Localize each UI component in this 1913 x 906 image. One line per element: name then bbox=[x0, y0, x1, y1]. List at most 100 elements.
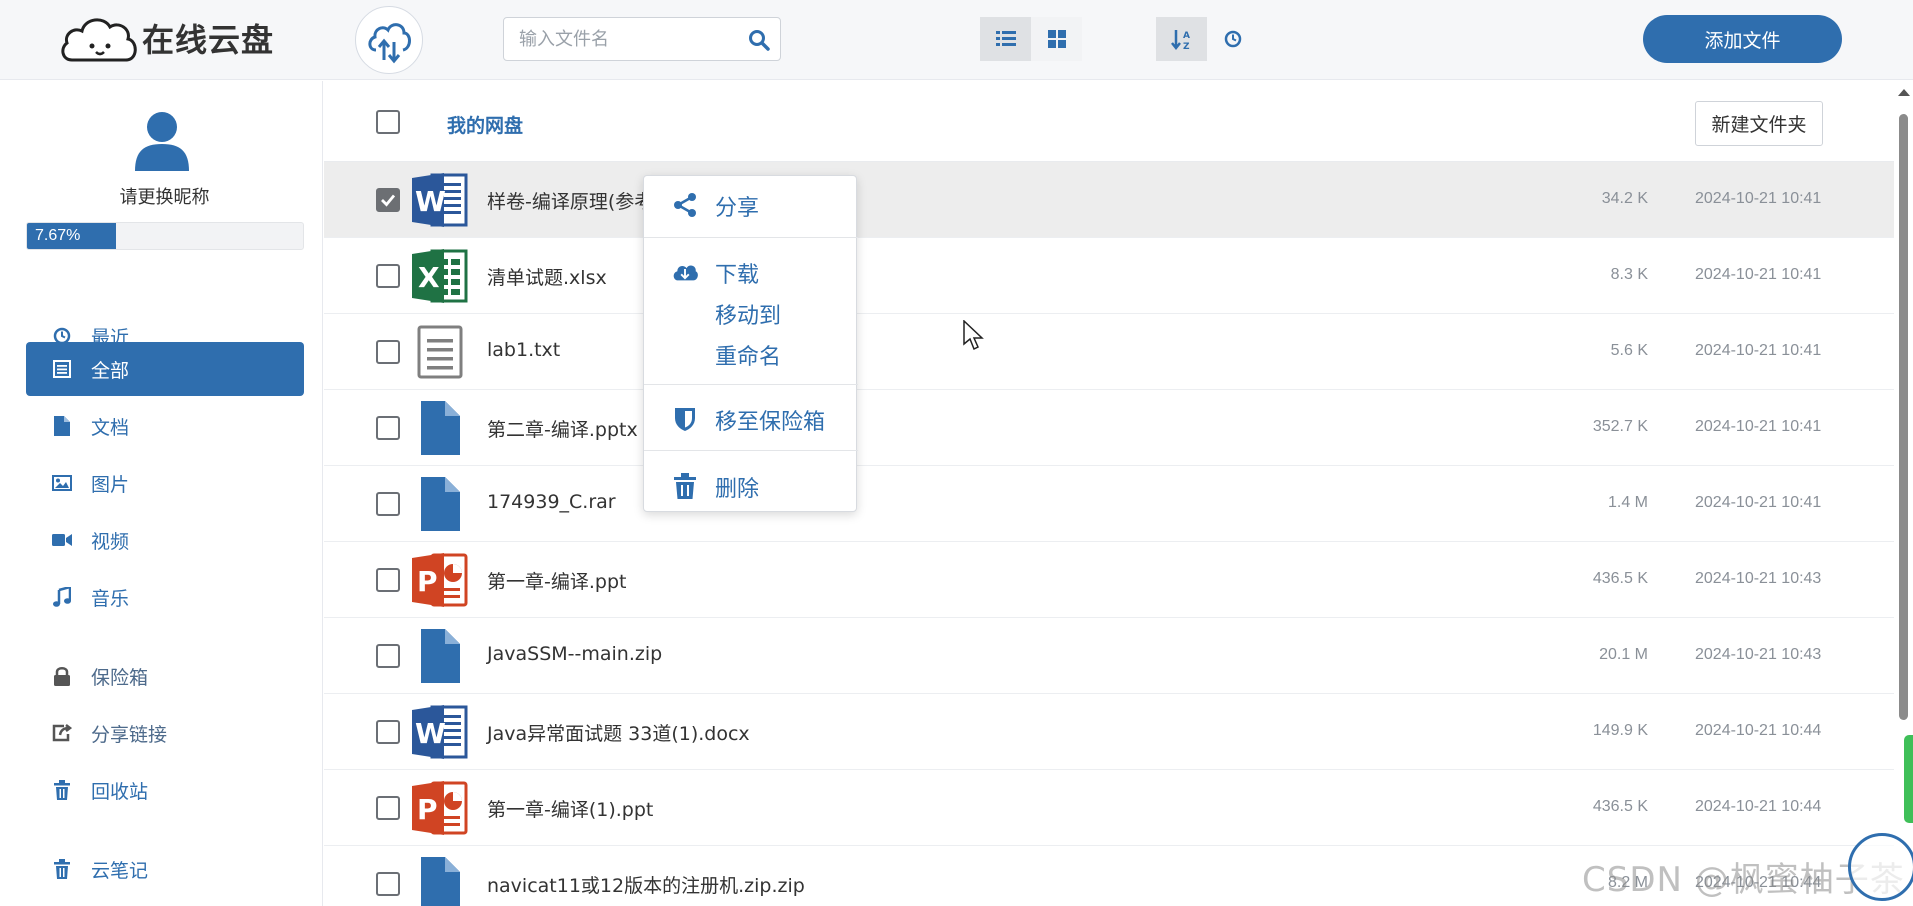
file-row[interactable]: 174939_C.rar 1.4 M 2024-10-21 10:41 bbox=[324, 466, 1894, 542]
file-checkbox[interactable] bbox=[376, 416, 400, 440]
file-row[interactable]: 第二章-编译.pptx 352.7 K 2024-10-21 10:41 bbox=[324, 390, 1894, 466]
file-list-panel: 我的网盘 新建文件夹 W 样卷-编译原理(参考 34.2 K 2024-10-21 1… bbox=[324, 81, 1894, 906]
file-name[interactable]: 174939_C.rar bbox=[487, 491, 616, 513]
list-icon bbox=[995, 31, 1016, 46]
file-row[interactable]: W 样卷-编译原理(参考 34.2 K 2024-10-21 10:41 bbox=[324, 162, 1894, 238]
sidebar-item-label: 保险箱 bbox=[91, 666, 149, 689]
svg-text:X: X bbox=[418, 261, 440, 294]
sort-alpha-icon: AZ bbox=[1170, 30, 1190, 50]
menu-item-download[interactable]: 下载 bbox=[644, 251, 858, 291]
file-name[interactable]: navicat11或12版本的注册机.zip.zip bbox=[487, 871, 805, 898]
file-checkbox[interactable] bbox=[376, 568, 400, 592]
sidebar-item-images[interactable]: 图片 bbox=[26, 456, 304, 510]
svg-text:P: P bbox=[417, 793, 438, 826]
user-icon bbox=[135, 112, 189, 171]
file-size: 436.5 K bbox=[1592, 570, 1648, 587]
scroll-thumb[interactable] bbox=[1899, 114, 1908, 720]
file-checkbox[interactable] bbox=[376, 796, 400, 820]
sidebar-item-music[interactable]: 音乐 bbox=[26, 570, 304, 624]
file-row[interactable]: P 第一章-编译(1).ppt 436.5 K 2024-10-21 10:44 bbox=[324, 770, 1894, 846]
menu-item-label: 移动到 bbox=[715, 304, 782, 329]
sidebar-item-all[interactable]: 全部 bbox=[26, 342, 304, 396]
trash-icon bbox=[672, 473, 698, 499]
sidebar-item-label: 分享链接 bbox=[91, 723, 168, 746]
logo[interactable]: 在线云盘 bbox=[58, 10, 274, 66]
floating-assistant-button[interactable] bbox=[1848, 833, 1913, 901]
music-icon bbox=[51, 586, 73, 608]
file-row[interactable]: X 清单试题.xlsx 8.3 K 2024-10-21 10:41 bbox=[324, 238, 1894, 314]
storage-quota-fill: 7.67% bbox=[27, 223, 116, 249]
list-view-button[interactable] bbox=[980, 17, 1031, 61]
file-name[interactable]: 第一章-编译(1).ppt bbox=[487, 795, 653, 822]
sidebar-item-share-links[interactable]: 分享链接 bbox=[26, 706, 304, 760]
file-name[interactable]: 第二章-编译.pptx bbox=[487, 415, 638, 442]
scroll-up-arrow-icon[interactable] bbox=[1898, 89, 1910, 96]
file-checkbox[interactable] bbox=[376, 340, 400, 364]
file-checkbox[interactable] bbox=[376, 644, 400, 668]
menu-item-move-to-vault[interactable]: 移至保险箱 bbox=[644, 398, 858, 438]
file-name[interactable]: 清单试题.xlsx bbox=[487, 263, 607, 290]
generic-file-icon bbox=[412, 401, 468, 455]
cloud-upload-icon bbox=[368, 23, 411, 64]
svg-text:Z: Z bbox=[1183, 42, 1190, 50]
mouse-cursor-icon bbox=[963, 320, 984, 351]
svg-text:W: W bbox=[415, 185, 446, 218]
nickname[interactable]: 请更换昵称 bbox=[6, 183, 323, 209]
grid-view-button[interactable] bbox=[1031, 17, 1082, 61]
file-size: 34.2 K bbox=[1601, 190, 1648, 207]
sidebar-item-vault[interactable]: 保险箱 bbox=[26, 649, 304, 703]
sidebar-item-label: 音乐 bbox=[91, 587, 130, 610]
menu-divider bbox=[644, 237, 858, 238]
top-header: 在线云盘 AZ 添加文件 bbox=[0, 0, 1913, 80]
file-name[interactable]: 样卷-编译原理(参考 bbox=[487, 187, 653, 214]
sidebar-item-cloud-notes[interactable]: 云笔记 bbox=[26, 842, 304, 896]
search-icon[interactable] bbox=[748, 29, 770, 56]
file-row[interactable]: lab1.txt 5.6 K 2024-10-21 10:41 bbox=[324, 314, 1894, 390]
menu-item-label: 移至保险箱 bbox=[715, 410, 826, 435]
menu-item-move-to[interactable]: 移动到 bbox=[644, 292, 858, 332]
file-size: 149.9 K bbox=[1592, 722, 1648, 739]
sidebar-item-recycle-bin[interactable]: 回收站 bbox=[26, 763, 304, 817]
generic-file-icon bbox=[412, 477, 468, 531]
sort-by-time-button[interactable] bbox=[1207, 17, 1258, 61]
powerpoint-file-icon: P bbox=[412, 553, 468, 607]
file-row[interactable]: W Java异常面试题 33道(1).docx 149.9 K 2024-10-21 … bbox=[324, 694, 1894, 770]
file-size: 20.1 M bbox=[1599, 646, 1648, 663]
sidebar-item-videos[interactable]: 视频 bbox=[26, 513, 304, 567]
sidebar-item-documents[interactable]: 文档 bbox=[26, 399, 304, 453]
lock-icon bbox=[51, 665, 73, 687]
file-list-header: 我的网盘 新建文件夹 bbox=[324, 81, 1894, 162]
file-name[interactable]: JavaSSM--main.zip bbox=[487, 643, 662, 665]
cloud-download-icon bbox=[672, 259, 698, 285]
file-checkbox[interactable] bbox=[376, 492, 400, 516]
breadcrumb[interactable]: 我的网盘 bbox=[447, 111, 523, 138]
select-all-checkbox[interactable] bbox=[376, 110, 400, 134]
menu-item-delete[interactable]: 删除 bbox=[644, 465, 858, 505]
file-checkbox[interactable] bbox=[376, 720, 400, 744]
file-size: 1.4 M bbox=[1607, 494, 1648, 511]
sidebar-item-label: 回收站 bbox=[91, 780, 149, 803]
file-row[interactable]: JavaSSM--main.zip 20.1 M 2024-10-21 10:43 bbox=[324, 618, 1894, 694]
file-checkbox[interactable] bbox=[376, 264, 400, 288]
file-name[interactable]: 第一章-编译.ppt bbox=[487, 567, 626, 594]
file-date: 2024-10-21 10:41 bbox=[1695, 342, 1822, 359]
file-size: 5.6 K bbox=[1610, 342, 1648, 359]
upload-button[interactable] bbox=[355, 6, 423, 74]
file-name[interactable]: lab1.txt bbox=[487, 339, 560, 361]
add-file-button[interactable]: 添加文件 bbox=[1643, 15, 1842, 63]
file-checkbox[interactable] bbox=[376, 188, 400, 212]
avatar[interactable] bbox=[134, 111, 190, 176]
file-size: 8.3 K bbox=[1610, 266, 1648, 283]
file-row[interactable]: P 第一章-编译.ppt 436.5 K 2024-10-21 10:43 bbox=[324, 542, 1894, 618]
new-folder-button[interactable]: 新建文件夹 bbox=[1695, 101, 1823, 146]
excel-file-icon: X bbox=[412, 249, 468, 303]
sidebar-item-label: 全部 bbox=[91, 359, 130, 382]
menu-item-share[interactable]: 分享 bbox=[644, 184, 858, 224]
video-icon bbox=[51, 529, 73, 551]
menu-item-rename[interactable]: 重命名 bbox=[644, 333, 858, 373]
file-name[interactable]: Java异常面试题 33道(1).docx bbox=[487, 719, 750, 746]
generic-file-icon bbox=[412, 857, 468, 906]
file-checkbox[interactable] bbox=[376, 872, 400, 896]
sort-by-name-button[interactable]: AZ bbox=[1156, 17, 1207, 61]
search-input[interactable] bbox=[504, 28, 734, 50]
